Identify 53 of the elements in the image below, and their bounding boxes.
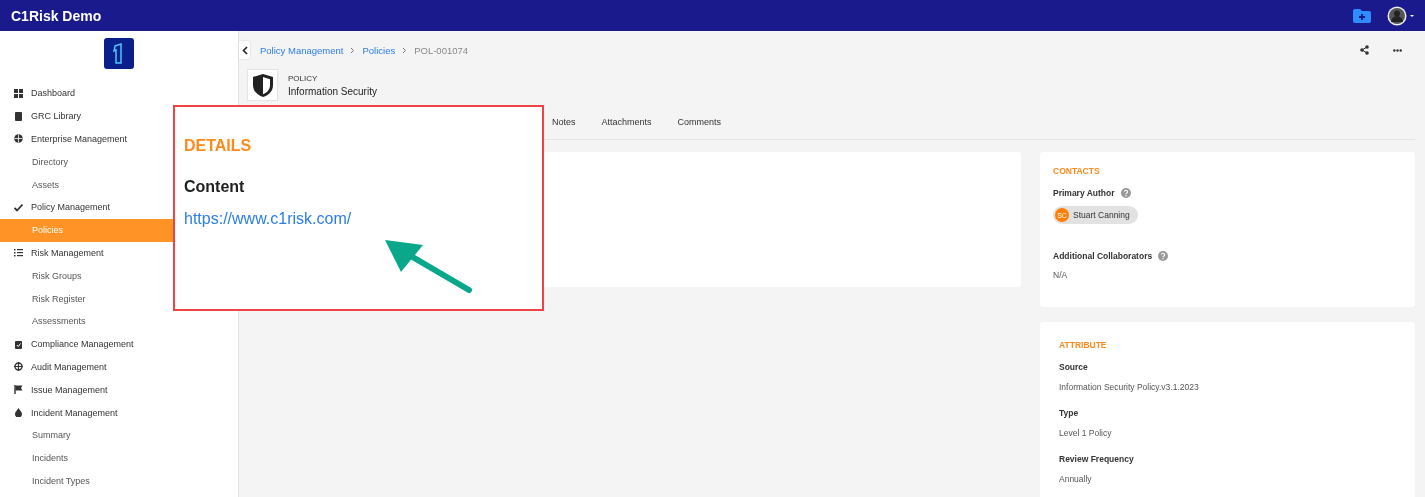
record-type: POLICY	[288, 73, 319, 83]
chevron-right-icon	[402, 46, 408, 54]
nav-icon	[14, 408, 23, 418]
record-name: Information Security	[288, 85, 377, 97]
nav-icon	[14, 362, 23, 372]
field-value: Information Security Policy.v3.1.2023	[1059, 382, 1200, 392]
nav-icon	[14, 385, 23, 395]
field-value: Level 1 Policy	[1059, 428, 1113, 438]
nav-item[interactable]: Incident Types	[0, 469, 238, 493]
breadcrumb-current: POL-001074	[414, 44, 469, 56]
tab[interactable]: Comments	[664, 107, 735, 137]
nav-icon	[14, 202, 23, 212]
card-title: CONTACTS	[1053, 166, 1101, 176]
nav-icon	[14, 248, 23, 258]
back-button[interactable]	[239, 41, 250, 59]
more-icon[interactable]	[1393, 48, 1402, 52]
nav-item[interactable]: Assessments	[0, 309, 238, 333]
nav-icon	[14, 111, 23, 121]
field-label: Additional Collaborators	[1053, 251, 1153, 261]
nav-item[interactable]: Risk Management	[0, 241, 238, 265]
field-label: Content	[184, 178, 246, 196]
nav-item[interactable]: Audit Management	[0, 355, 238, 379]
card-title: ATTRIBUTE	[1059, 340, 1108, 350]
field-label: Review Frequency	[1059, 454, 1135, 464]
chevron-left-icon	[241, 45, 248, 55]
nav-icon	[14, 88, 23, 98]
chevron-right-icon	[350, 46, 356, 54]
breadcrumb-link[interactable]: Policy Management	[260, 44, 344, 56]
nav-item[interactable]: Summary	[0, 423, 238, 447]
logo-icon	[104, 38, 134, 69]
nav-item[interactable]: GRC Library	[0, 104, 238, 128]
breadcrumb-link[interactable]: Policies	[362, 44, 396, 56]
nav-icon	[14, 339, 23, 349]
app-title: C1Risk Demo	[11, 7, 102, 24]
nav-item[interactable]: Incidents	[0, 446, 238, 470]
field-label: Source	[1059, 362, 1089, 372]
field-label: Primary Author	[1053, 188, 1115, 198]
field-value: Annually	[1059, 474, 1093, 484]
field-value: N/A	[1053, 270, 1069, 280]
tab[interactable]: Notes	[539, 107, 589, 137]
user-avatar-icon[interactable]	[1387, 5, 1414, 26]
nav-item[interactable]: Incident Management	[0, 401, 238, 424]
nav-item[interactable]: Dashboard	[0, 82, 238, 105]
share-icon[interactable]	[1360, 45, 1369, 55]
folder-add-icon[interactable]	[1353, 8, 1371, 23]
help-icon[interactable]	[1120, 188, 1131, 198]
nav-icon	[14, 134, 23, 144]
section-title: DETAILS	[184, 137, 253, 155]
field-label: Type	[1059, 408, 1080, 418]
nav-item[interactable]: Compliance Management	[0, 332, 238, 356]
nav-item[interactable]: Issue Management	[0, 378, 238, 402]
help-icon[interactable]	[1158, 251, 1169, 261]
tab[interactable]: Attachments	[588, 107, 665, 137]
